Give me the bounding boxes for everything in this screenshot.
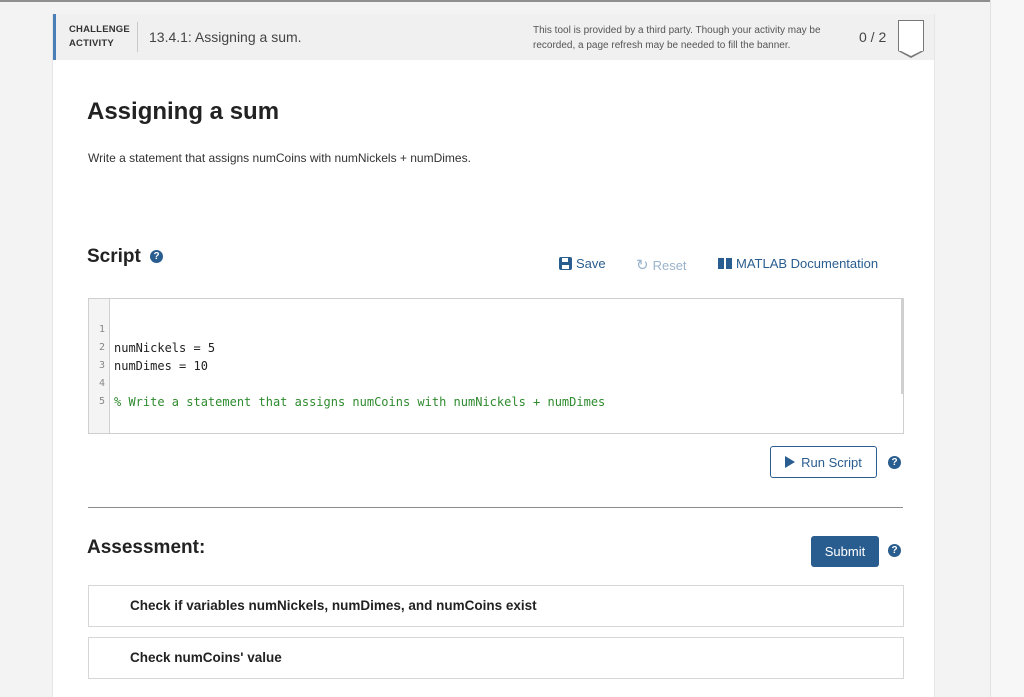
save-icon — [559, 257, 572, 270]
submit-help-icon[interactable]: ? — [888, 544, 901, 557]
run-help-icon[interactable]: ? — [888, 456, 901, 469]
prompt-text: Write a statement that assigns numCoins … — [88, 151, 471, 165]
reset-button[interactable]: ↻ Reset — [636, 256, 687, 274]
assessment-check-text: Check numCoins' value — [130, 650, 282, 665]
script-heading: Script — [87, 246, 141, 267]
line-number: 5 — [98, 396, 105, 407]
challenge-label-line2: ACTIVITY — [69, 38, 114, 49]
documentation-label: MATLAB Documentation — [736, 256, 879, 271]
assessment-check: Check if variables numNickels, numDimes,… — [88, 585, 904, 627]
progress-counter: 0 / 2 — [859, 29, 887, 45]
code-line: 1 numNickels = 5 — [89, 303, 903, 355]
save-label: Save — [576, 256, 606, 271]
code-line: 3 — [89, 339, 903, 371]
challenge-card: CHALLENGE ACTIVITY 13.4.1: Assigning a s… — [52, 14, 935, 697]
header-divider — [137, 22, 138, 52]
submit-button[interactable]: Submit — [811, 536, 879, 567]
assessment-heading: Assessment: — [87, 537, 206, 558]
assessment-check-text: Check if variables numNickels, numDimes,… — [130, 598, 537, 613]
reset-label: Reset — [652, 257, 687, 273]
book-icon — [718, 258, 732, 269]
top-rule — [0, 0, 990, 2]
script-help-icon[interactable]: ? — [150, 250, 163, 263]
section-divider — [88, 507, 903, 508]
activity-header: CHALLENGE ACTIVITY 13.4.1: Assigning a s… — [53, 14, 934, 60]
third-party-note: This tool is provided by a third party. … — [533, 25, 821, 51]
challenge-label-line1: CHALLENGE — [69, 24, 130, 35]
code-line: 2 numDimes = 10 — [89, 321, 903, 373]
reset-icon: ↻ — [636, 257, 649, 274]
bookmark-icon — [898, 20, 924, 58]
run-script-label: Run Script — [801, 454, 862, 470]
page-title: Assigning a sum — [87, 98, 280, 125]
code-line: 4 % Write a statement that assigns numCo… — [89, 357, 903, 409]
activity-title: 13.4.1: Assigning a sum. — [149, 29, 302, 45]
editor-scrollbar[interactable] — [901, 299, 903, 394]
play-icon — [785, 456, 796, 468]
comment-line-code[interactable]: % Write a statement that assigns numCoin… — [114, 393, 605, 411]
header-accent-bar — [53, 14, 56, 60]
save-button[interactable]: Save — [559, 256, 606, 271]
assessment-check: Check numCoins' value — [88, 637, 904, 679]
matlab-documentation-link[interactable]: MATLAB Documentation — [718, 256, 878, 271]
run-script-button[interactable]: Run Script — [770, 446, 877, 478]
code-line: 5 — [89, 375, 903, 407]
challenge-activity-label: CHALLENGE ACTIVITY — [69, 23, 130, 51]
code-editor[interactable]: 1 numNickels = 5 2 numDimes = 10 3 4 % W… — [88, 298, 904, 434]
right-gutter — [990, 0, 1024, 697]
